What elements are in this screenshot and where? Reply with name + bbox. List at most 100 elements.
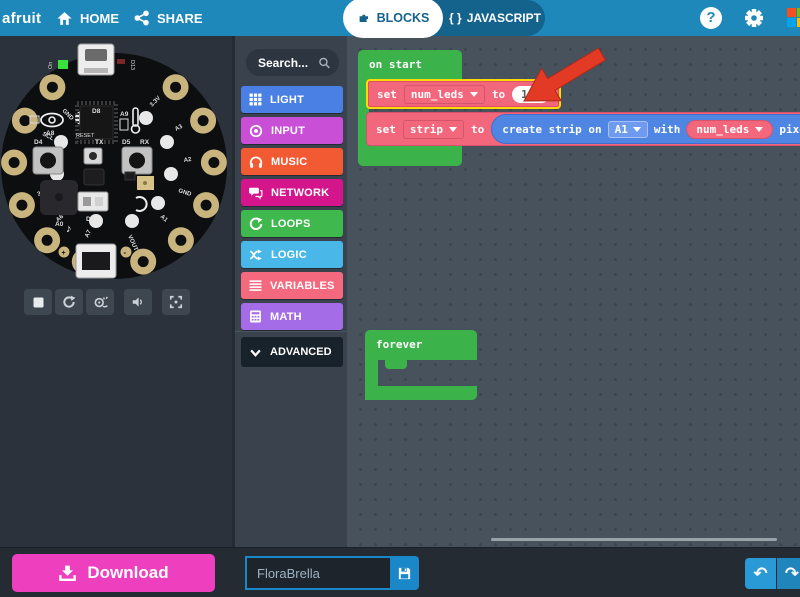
filename-input[interactable] xyxy=(245,556,390,590)
block-on-start-top[interactable]: on start xyxy=(358,50,462,80)
reset-button[interactable] xyxy=(84,148,102,164)
d8-label: D8 xyxy=(92,108,101,115)
settings-button[interactable] xyxy=(742,6,766,30)
pin-value: A1 xyxy=(615,123,628,136)
category-label: LIGHT xyxy=(270,94,304,106)
category-music[interactable]: MUSIC xyxy=(241,148,343,175)
undo-button[interactable]: ↶ xyxy=(745,558,776,589)
download-button[interactable]: Download xyxy=(12,554,215,592)
block-forever-top[interactable]: forever xyxy=(365,330,477,360)
simulator-controls xyxy=(24,289,193,315)
button-b[interactable] xyxy=(122,147,152,174)
simulator-panel: GND SCL SDA 3.3V A6 A7 3.3V A3 A2 GND A1… xyxy=(0,36,232,547)
help-icon[interactable]: ? xyxy=(700,7,722,29)
with-keyword: with xyxy=(654,123,681,136)
dropdown-caret-icon xyxy=(755,127,763,132)
grid-icon xyxy=(249,93,262,106)
fullscreen-icon xyxy=(169,295,183,309)
adafruit-logo[interactable]: afruit xyxy=(2,0,41,36)
slide-switch[interactable] xyxy=(78,192,108,211)
minus-label: - xyxy=(124,248,127,257)
home-icon xyxy=(56,10,73,27)
volume-icon xyxy=(131,295,145,309)
num-leds-pill[interactable]: num_leds xyxy=(686,120,773,139)
calculator-icon xyxy=(249,310,262,323)
toolbox-search[interactable] xyxy=(246,49,339,76)
d13-led xyxy=(117,59,125,64)
category-network[interactable]: NETWORK xyxy=(241,179,343,206)
a9-label: A9 xyxy=(120,111,129,118)
mute-button[interactable] xyxy=(124,289,152,315)
download-label: Download xyxy=(87,563,168,583)
category-light[interactable]: LIGHT xyxy=(241,86,343,113)
braces-icon: { } xyxy=(449,11,462,25)
tab-blocks-label: BLOCKS xyxy=(377,11,430,25)
category-label: MUSIC xyxy=(271,156,307,168)
music-note-glyph: ♪ xyxy=(66,223,72,235)
search-icon xyxy=(318,56,331,70)
forever-label: forever xyxy=(376,338,422,351)
tab-blocks[interactable]: BLOCKS xyxy=(345,0,441,36)
stop-button[interactable] xyxy=(24,289,52,315)
block-create-strip[interactable]: create strip on A1 with num_leds pixels xyxy=(491,114,800,144)
button-a[interactable] xyxy=(33,147,63,174)
strip-dropdown[interactable]: strip xyxy=(403,120,464,139)
advanced-label: ADVANCED xyxy=(270,346,332,358)
home-button[interactable]: HOME xyxy=(56,0,119,36)
blocks-workspace[interactable]: on start set num_leds to 160 set strip t… xyxy=(347,36,800,547)
a8-label: A8 xyxy=(46,130,55,137)
category-label: MATH xyxy=(270,311,302,323)
list-lines-icon xyxy=(249,279,262,292)
create-strip-label: create strip on xyxy=(502,123,601,136)
download-icon xyxy=(58,564,77,583)
restart-icon xyxy=(62,295,76,309)
pin-dropdown[interactable]: A1 xyxy=(608,121,648,138)
ms-square-blue xyxy=(787,18,796,27)
a0-label: A0 xyxy=(55,221,64,228)
category-advanced[interactable]: ADVANCED xyxy=(241,337,343,367)
num-leds-dropdown[interactable]: num_leds xyxy=(404,85,485,104)
horizontal-scrollbar[interactable] xyxy=(491,538,777,541)
pad-label: A2 xyxy=(183,157,192,164)
block-forever-bottom[interactable] xyxy=(365,386,477,400)
redo-icon: ↷ xyxy=(785,564,799,584)
chevron-down-icon xyxy=(249,346,262,359)
power-led xyxy=(58,60,68,69)
on-start-label: on start xyxy=(369,58,422,71)
slow-mo-button[interactable] xyxy=(86,289,114,315)
shuffle-icon xyxy=(249,248,263,262)
block-forever-notch xyxy=(385,360,407,369)
rx-label: RX xyxy=(140,139,150,146)
category-logic[interactable]: LOGIC xyxy=(241,241,343,268)
on-label: On xyxy=(48,62,54,69)
category-loops[interactable]: LOOPS xyxy=(241,210,343,237)
home-label: HOME xyxy=(80,11,119,26)
category-label: NETWORK xyxy=(271,187,329,199)
tab-javascript[interactable]: { } JAVASCRIPT xyxy=(445,0,545,36)
dropdown-caret-icon xyxy=(470,92,478,97)
category-input[interactable]: INPUT xyxy=(241,117,343,144)
tx-label: TX xyxy=(95,139,104,146)
to-keyword: to xyxy=(471,123,484,136)
block-set-strip[interactable]: set strip to create strip on A1 with num… xyxy=(366,112,800,146)
d13-label: D13 xyxy=(129,60,135,70)
save-button[interactable] xyxy=(390,556,419,590)
save-icon xyxy=(397,566,412,581)
value-160[interactable]: 160 xyxy=(512,86,550,103)
share-button[interactable]: SHARE xyxy=(134,0,203,36)
category-math[interactable]: MATH xyxy=(241,303,343,330)
simulator-board[interactable]: GND SCL SDA 3.3V A6 A7 3.3V A3 A2 GND A1… xyxy=(0,36,232,286)
filename-group xyxy=(245,556,419,590)
redo-button[interactable]: ↷ xyxy=(777,558,800,589)
fullscreen-button[interactable] xyxy=(162,289,190,315)
search-input[interactable] xyxy=(258,56,318,70)
block-on-start-bottom[interactable] xyxy=(358,146,462,166)
restart-button[interactable] xyxy=(55,289,83,315)
target-icon xyxy=(249,124,263,138)
category-variables[interactable]: VARIABLES xyxy=(241,272,343,299)
block-set-num-leds[interactable]: set num_leds to 160 xyxy=(366,79,561,109)
editor-tab-group: BLOCKS { } JAVASCRIPT xyxy=(345,0,545,36)
snail-icon xyxy=(93,296,108,309)
d7-label: D7 xyxy=(86,216,95,223)
toolbox-divider xyxy=(235,331,350,332)
